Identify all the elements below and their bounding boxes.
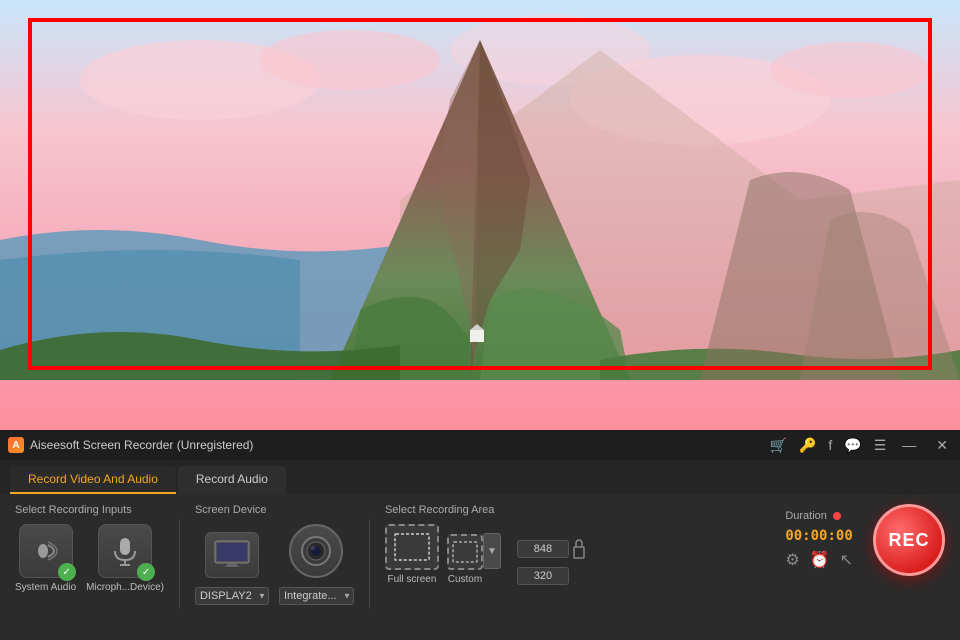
size-lock-icon — [571, 533, 587, 565]
area-buttons-row: Full screen Custom ▼ — [385, 524, 587, 585]
custom-svg — [452, 541, 478, 563]
system-audio-device[interactable]: ✓ System Audio — [15, 524, 76, 593]
microphone-device[interactable]: ✓ Microph...Device) — [86, 524, 164, 593]
duration-dot — [833, 512, 841, 520]
custom-icon — [447, 534, 483, 570]
tabs-bar: Record Video And Audio Record Audio — [0, 460, 960, 494]
size-inputs — [517, 533, 587, 585]
recording-area-label: Select Recording Area — [385, 504, 494, 516]
rec-label: REC — [888, 530, 929, 551]
lock-svg — [573, 539, 585, 559]
monitor-device[interactable]: DISPLAY2 — [195, 532, 269, 605]
custom-button[interactable]: Custom — [447, 534, 483, 585]
menu-icon[interactable]: ☰ — [874, 437, 887, 454]
system-audio-icon-wrap: ✓ — [19, 524, 73, 578]
duration-label: Duration — [785, 510, 827, 522]
microphone-icon-wrap: ✓ — [98, 524, 152, 578]
rec-button[interactable]: REC — [873, 504, 945, 576]
cursor-icon[interactable]: ↖ — [840, 550, 853, 570]
custom-label: Custom — [448, 574, 482, 585]
monitor-svg — [213, 539, 251, 571]
system-audio-check: ✓ — [58, 563, 76, 581]
app-icon: A — [8, 437, 24, 453]
timer-icon[interactable]: ⏰ — [810, 550, 830, 570]
duration-rec-block: Duration 00:00:00 ⚙ ⏰ ↖ — [785, 510, 853, 570]
speaker-icon — [30, 535, 62, 567]
custom-dropdown-button[interactable]: ▼ — [483, 533, 501, 569]
system-audio-label: System Audio — [15, 582, 76, 593]
right-controls: Duration 00:00:00 ⚙ ⏰ ↖ REC — [785, 504, 945, 576]
screen-device-label: Screen Device — [195, 504, 267, 516]
microphone-check: ✓ — [137, 563, 155, 581]
microphone-icon — [110, 535, 140, 567]
title-bar-left: A Aiseesoft Screen Recorder (Unregistere… — [8, 437, 253, 453]
camera-select-wrap: Integrate... — [279, 586, 354, 605]
camera-dropdown[interactable]: Integrate... — [279, 587, 354, 605]
divider-1 — [179, 519, 180, 609]
width-row — [517, 533, 587, 565]
app-window: A Aiseesoft Screen Recorder (Unregistere… — [0, 430, 960, 640]
duration-row: Duration — [785, 510, 841, 522]
height-row — [517, 567, 587, 585]
tab-audio[interactable]: Record Audio — [178, 466, 286, 494]
screen-device-row: DISPLAY2 — [195, 524, 354, 605]
custom-group: Custom ▼ — [447, 533, 501, 585]
camera-device[interactable]: Integrate... — [279, 524, 354, 605]
duration-time: 00:00:00 — [785, 528, 852, 544]
title-bar: A Aiseesoft Screen Recorder (Unregistere… — [0, 430, 960, 460]
title-bar-right: 🛒 🔑 f 💬 ☰ — ✕ — [770, 435, 953, 456]
recording-inputs-section: Select Recording Inputs ✓ System Audio — [15, 504, 164, 593]
recording-area-section: Select Recording Area Full screen — [385, 504, 785, 585]
camera-dropdown-row: Integrate... — [279, 586, 354, 605]
monitor-icon — [205, 532, 259, 578]
fullscreen-button[interactable]: Full screen — [385, 524, 439, 585]
key-icon[interactable]: 🔑 — [799, 437, 816, 454]
monitor-select-wrap: DISPLAY2 — [195, 586, 269, 605]
settings-icon[interactable]: ⚙ — [785, 550, 799, 570]
app-title: Aiseesoft Screen Recorder (Unregistered) — [30, 438, 253, 452]
width-input[interactable] — [517, 540, 569, 558]
cart-icon[interactable]: 🛒 — [770, 437, 787, 454]
screen-device-section: Screen Device DISPLAY2 — [195, 504, 354, 605]
minimize-button[interactable]: — — [898, 435, 920, 455]
close-button[interactable]: ✕ — [932, 435, 952, 456]
camera-icon-wrap — [289, 524, 343, 578]
facebook-icon[interactable]: f — [828, 437, 832, 453]
camera-icon — [299, 534, 333, 568]
fullscreen-label: Full screen — [388, 574, 437, 585]
monitor-dropdown-row: DISPLAY2 — [195, 586, 269, 605]
microphone-label: Microph...Device) — [86, 582, 164, 593]
recording-inputs-row: ✓ System Audio ✓ Micro — [15, 524, 164, 593]
recording-inputs-label: Select Recording Inputs — [15, 504, 132, 516]
monitor-dropdown[interactable]: DISPLAY2 — [195, 587, 269, 605]
height-input[interactable] — [517, 567, 569, 585]
controls-area: Select Recording Inputs ✓ System Audio — [0, 494, 960, 634]
tab-video-audio[interactable]: Record Video And Audio — [10, 466, 176, 494]
divider-2 — [369, 519, 370, 609]
support-icon[interactable]: 💬 — [844, 437, 861, 454]
fullscreen-svg — [394, 533, 430, 561]
app-icon-letter: A — [12, 440, 19, 451]
fullscreen-icon — [385, 524, 439, 570]
bottom-icons: ⚙ ⏰ ↖ — [785, 550, 853, 570]
